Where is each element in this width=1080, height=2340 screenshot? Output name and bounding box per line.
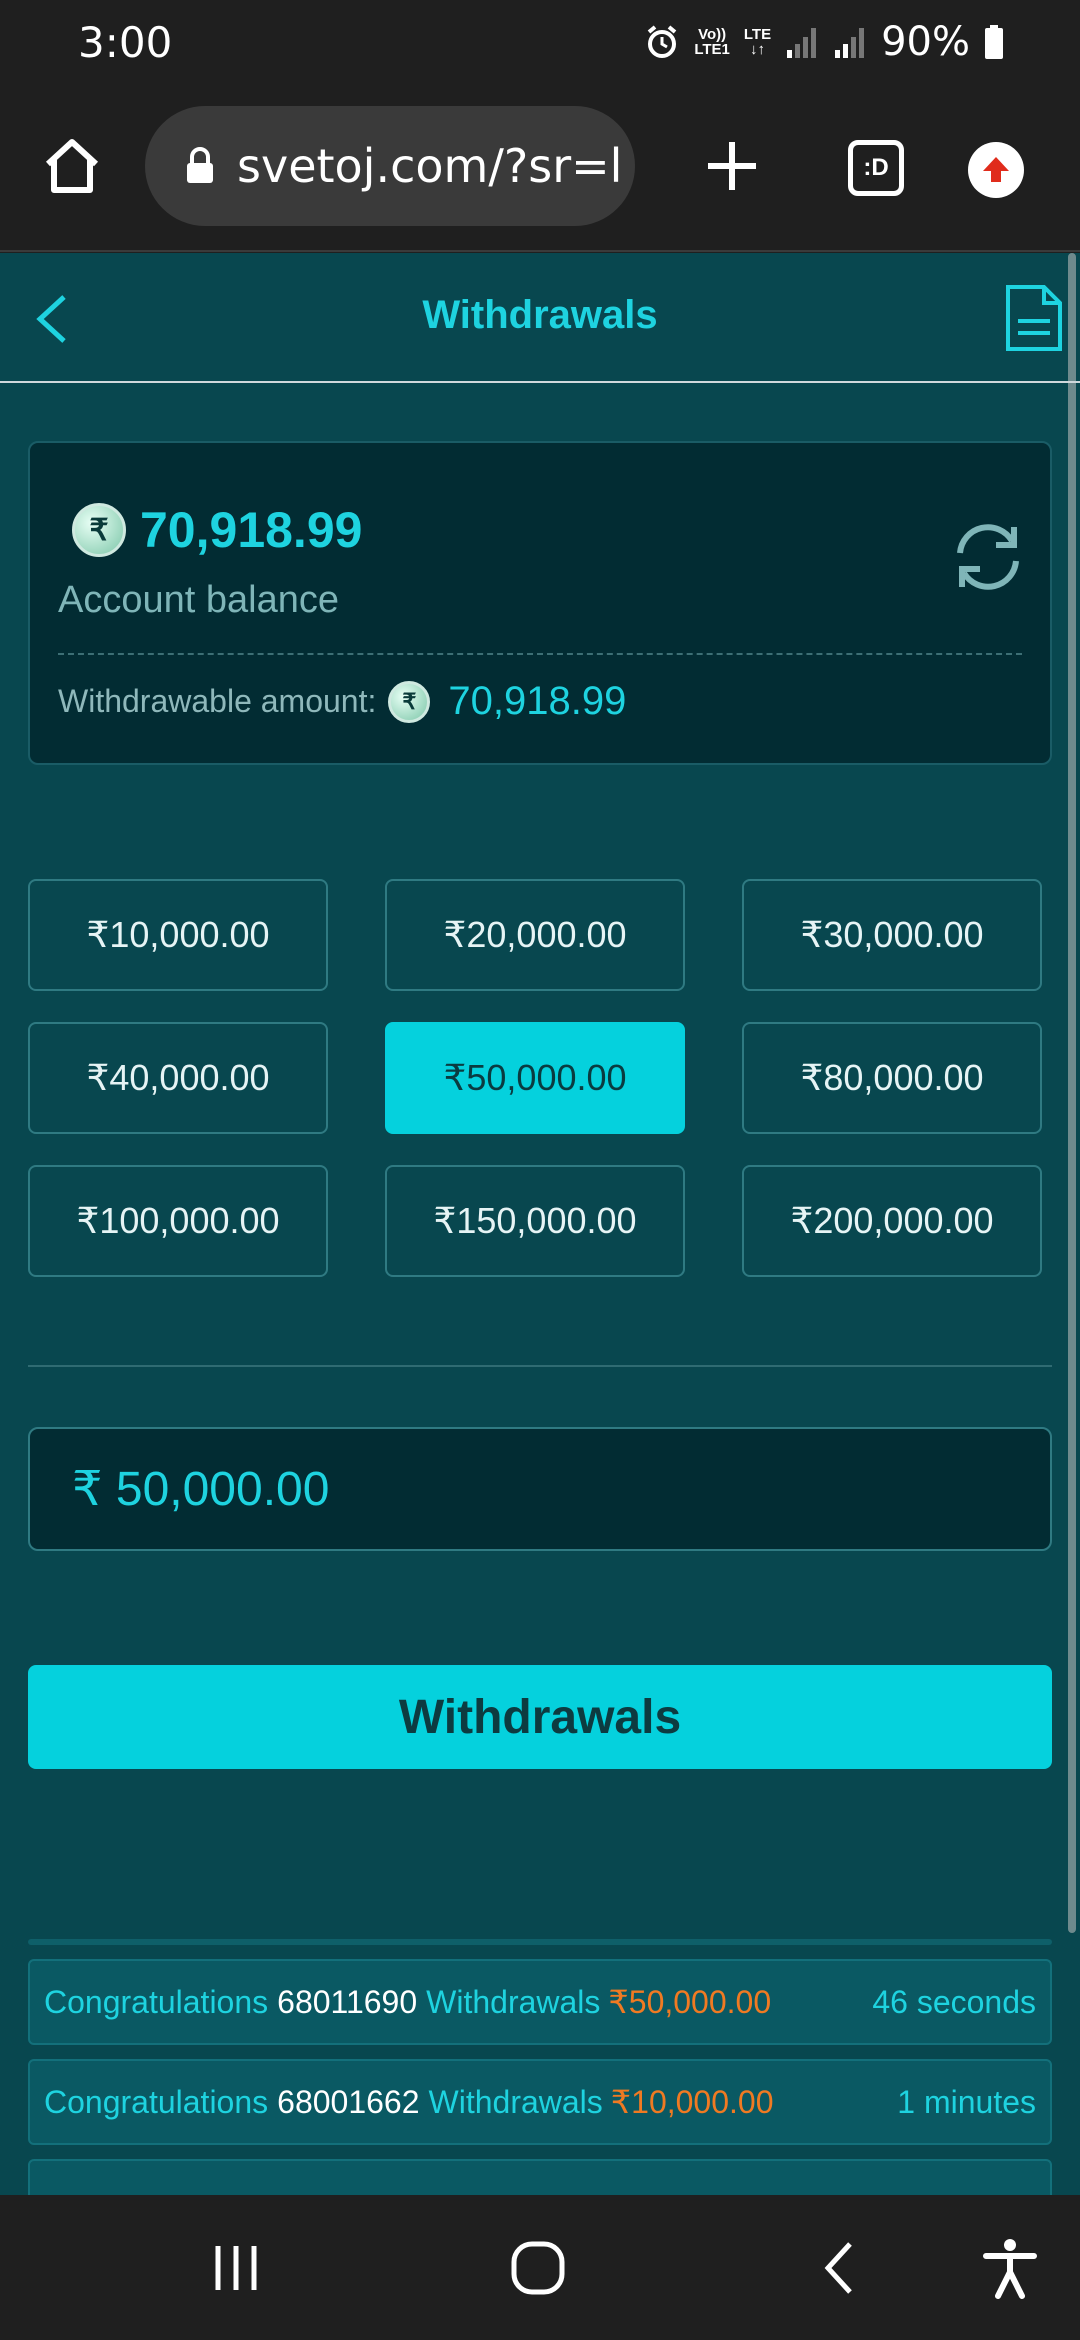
tab-count: :D [863,154,889,181]
feed-action: Withdrawals [428,2083,603,2120]
feed-row: Congratulations 68001662 Withdrawals ₹10… [28,2059,1052,2145]
battery-icon [985,25,1003,59]
recent-apps-icon[interactable] [204,2236,268,2300]
lte1-label: LTE1 [694,41,730,58]
balance-label: Account balance [58,579,339,621]
system-nav-bar [0,2196,1080,2340]
volte-label: Vo)) [698,26,727,43]
feed-congrats: Congratulations [44,1983,269,2020]
balance-card: ₹ 70,918.99 Account balance Withdrawable… [28,441,1052,765]
amount-options: ₹10,000.00 ₹20,000.00 ₹30,000.00 ₹40,000… [28,879,1042,1277]
address-bar[interactable]: svetoj.com/?sr=l [145,106,635,226]
feed-row-partial [28,2159,1052,2195]
lock-icon [187,147,213,183]
url-text: svetoj.com/?sr=l [237,139,623,193]
page-header: Withdrawals [0,253,1080,383]
alarm-icon [648,25,677,58]
feed-action: Withdrawals [426,1983,601,2020]
home-circle-icon[interactable] [506,2236,570,2300]
signal-icon [787,28,817,58]
amount-input[interactable]: ₹ 50,000.00 [28,1427,1052,1551]
feed-time: 1 minutes [897,2083,1036,2120]
rupee-coin-icon: ₹ [72,503,126,557]
status-time: 3:00 [78,18,173,67]
page-scrollbar[interactable] [1068,253,1076,1933]
feed-top-line [28,1939,1052,1945]
amount-option[interactable]: ₹40,000.00 [28,1022,328,1134]
amount-option[interactable]: ₹200,000.00 [742,1165,1042,1277]
plus-icon[interactable] [700,134,764,198]
amount-option[interactable]: ₹10,000.00 [28,879,328,991]
withdrawable-row: Withdrawable amount: ₹ 70,918.99 [58,679,626,724]
feed-congrats: Congratulations [44,2083,269,2120]
document-icon[interactable] [1002,283,1064,353]
withdrawals-page: Withdrawals ₹ 70,918.99 Account balance … [0,253,1080,2195]
status-bar: 3:00 Vo)) LTE1 LTE ↓↑ 90% [0,0,1080,84]
amount-option[interactable]: ₹100,000.00 [28,1165,328,1277]
feed-amount: ₹50,000.00 [608,1984,772,2020]
feed-user-id: 68011690 [277,1983,418,2020]
amount-option[interactable]: ₹150,000.00 [385,1165,685,1277]
withdraw-button[interactable]: Withdrawals [28,1665,1052,1769]
update-icon[interactable] [968,142,1024,198]
balance-value: 70,918.99 [140,502,363,558]
section-divider [28,1365,1052,1367]
page-title: Withdrawals [422,293,658,337]
arrow-up-icon [983,157,1009,182]
withdrawal-feed: Congratulations 68011690 Withdrawals ₹50… [28,1939,1052,2195]
amount-option[interactable]: ₹80,000.00 [742,1022,1042,1134]
feed-user-id: 68001662 [277,2083,420,2120]
feed-row: Congratulations 68011690 Withdrawals ₹50… [28,1959,1052,2045]
home-icon[interactable] [40,134,104,198]
signal-icon [835,28,865,58]
feed-time: 46 seconds [872,1983,1036,2020]
feed-amount: ₹10,000.00 [610,2084,774,2120]
amount-option[interactable]: ₹50,000.00 [385,1022,685,1134]
status-icons: Vo)) LTE1 LTE ↓↑ 90% [644,18,1004,66]
data-arrows-icon: ↓↑ [749,41,765,58]
lte-label: LTE [743,26,772,43]
withdrawable-value: 70,918.99 [448,679,627,723]
battery-percent: 90% [881,19,970,65]
card-divider [58,653,1022,655]
balance-row: ₹ 70,918.99 [72,501,362,559]
network-indicator: Vo)) LTE1 [694,27,730,57]
browser-toolbar: svetoj.com/?sr=l :D [0,84,1080,252]
amount-option[interactable]: ₹20,000.00 [385,879,685,991]
back-chevron-icon[interactable] [808,2236,872,2300]
accessibility-icon[interactable] [978,2236,1042,2300]
refresh-icon[interactable] [948,517,1028,597]
withdrawable-label: Withdrawable amount: [58,683,377,719]
rupee-coin-icon: ₹ [388,680,431,723]
amount-option[interactable]: ₹30,000.00 [742,879,1042,991]
tabs-icon[interactable]: :D [848,140,904,196]
lte-indicator: LTE ↓↑ [744,27,771,57]
